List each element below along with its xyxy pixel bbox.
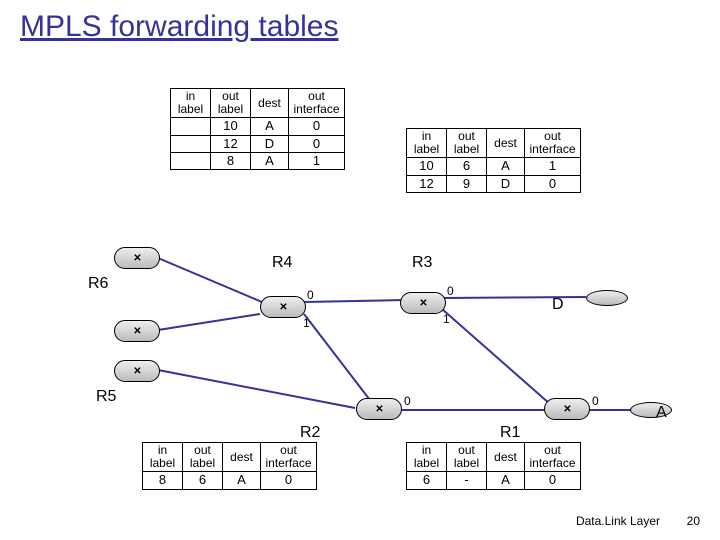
- label-dest-d: D: [552, 296, 564, 314]
- link-lines: [0, 0, 720, 540]
- label-r3: R3: [412, 254, 432, 272]
- hdr-out-label: out label: [211, 89, 251, 118]
- label-r1: R1: [500, 424, 520, 442]
- port-r1-0: 0: [592, 394, 599, 408]
- table-row: 10A0: [171, 118, 345, 135]
- router-r2-icon: ✕: [356, 398, 402, 420]
- router-r3-icon: ✕: [400, 292, 446, 314]
- table-row: 106A1: [407, 158, 581, 175]
- table-row: 8A1: [171, 152, 345, 169]
- hdr-out-if: out interface: [289, 89, 345, 118]
- port-r2-0: 0: [404, 394, 411, 408]
- hdr-dest: dest: [251, 89, 289, 118]
- page-number: 20: [687, 514, 700, 528]
- label-r2: R2: [300, 424, 320, 442]
- label-r6: R6: [88, 275, 108, 293]
- router-r4-icon: ✕: [260, 296, 306, 318]
- table-r4: in label out label dest out interface 10…: [170, 88, 345, 170]
- hdr-in-label: in label: [171, 89, 211, 118]
- table-row: 6-A0: [407, 472, 581, 489]
- table-r1: in label out label dest out interface 6-…: [406, 442, 581, 490]
- router-r5-icon: ✕: [114, 360, 160, 382]
- router-r6-a-icon: ✕: [114, 247, 160, 269]
- router-r6-b-icon: ✕: [114, 320, 160, 342]
- table-r3: in label out label dest out interface 10…: [406, 128, 581, 193]
- router-r1-icon: ✕: [544, 398, 590, 420]
- page-title: MPLS forwarding tables: [20, 10, 339, 44]
- table-r2: in label out label dest out interface 86…: [142, 442, 317, 490]
- label-r5: R5: [96, 388, 116, 406]
- table-row: 86A0: [143, 472, 317, 489]
- table-row: 129D0: [407, 175, 581, 192]
- port-r4-1: 1: [303, 316, 310, 330]
- footer-label: Data.Link Layer: [576, 514, 660, 528]
- table-row: 12D0: [171, 135, 345, 152]
- port-r3-0: 0: [447, 284, 454, 298]
- label-r4: R4: [272, 254, 292, 272]
- dest-d-icon: [586, 290, 628, 306]
- port-r4-0: 0: [307, 288, 314, 302]
- port-r3-1: 1: [443, 312, 450, 326]
- label-dest-a: A: [656, 404, 667, 422]
